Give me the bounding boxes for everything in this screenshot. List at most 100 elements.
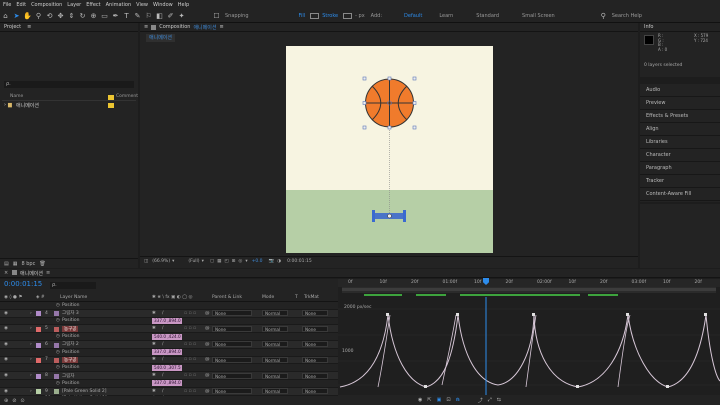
workspace-small-screen[interactable]: Small Screen [522, 13, 555, 19]
work-area-bar[interactable] [342, 287, 716, 293]
eraser-tool-icon[interactable]: ◧ [155, 11, 164, 20]
timeline-layer-row[interactable]: ◉ › 7 농구공 ✱ / ▫ ▫ ▫ @ None Normal None [0, 356, 338, 365]
trkmat-dropdown[interactable]: None [302, 372, 328, 379]
search-icon[interactable]: ⚲ [599, 11, 608, 20]
region-icon[interactable]: ▢ [210, 259, 214, 264]
zoom-dropdown[interactable]: (66.9%) [152, 259, 170, 264]
mode-dropdown[interactable]: Normal [262, 325, 288, 332]
menu-view[interactable]: View [136, 2, 148, 8]
mode-dropdown[interactable]: Normal [262, 341, 288, 348]
layer-label-swatch[interactable] [36, 358, 41, 364]
switch-fx-icon[interactable]: / [162, 311, 164, 316]
pan-camera-icon[interactable]: ✥ [56, 11, 65, 20]
trkmat-dropdown[interactable]: None [302, 325, 328, 332]
pick-whip-icon[interactable]: @ [205, 342, 210, 347]
switch-fx-icon[interactable]: / [162, 342, 164, 347]
switch-shy-icon[interactable]: ✱ [152, 342, 156, 347]
timeline-layer-row[interactable]: ◉ › 4 그림자 3 ✱ / ▫ ▫ ▫ @ None Normal None [0, 309, 338, 318]
fill-swatch[interactable] [310, 12, 320, 19]
panel-content-aware-fill[interactable]: Content-Aware Fill [640, 188, 720, 201]
chevron-down-icon[interactable]: ▾ [172, 259, 174, 264]
chevron-right-icon[interactable]: › [30, 326, 32, 331]
pen-tool-icon[interactable]: ✒ [111, 11, 120, 20]
layer-name[interactable]: 농구공 [62, 356, 79, 363]
search-help-input[interactable]: Search Help [612, 13, 642, 19]
property-value[interactable]: 337.0 ,894.0 [152, 317, 182, 324]
trkmat-dropdown[interactable]: None [302, 356, 328, 363]
chevron-right-icon[interactable]: › [4, 102, 6, 108]
panel-libraries[interactable]: Libraries [640, 136, 720, 149]
trkmat-dropdown[interactable]: None [302, 341, 328, 348]
comp-tab[interactable]: 애니메이션 [146, 34, 176, 42]
channel-icon[interactable]: ◎ [238, 259, 242, 264]
dolly-camera-icon[interactable]: ⇕ [67, 11, 76, 20]
switch-shy-icon[interactable]: ✱ [152, 389, 156, 394]
timeline-layer-row[interactable]: ◉ › 8 그림자 ✱ / ▫ ▫ ▫ @ None Normal None [0, 372, 338, 380]
col-t[interactable]: T [295, 295, 298, 300]
timeline-property-row[interactable]: ◷ Position 540.0 ,424.0 [0, 333, 338, 341]
clone-stamp-icon[interactable]: ⚐ [144, 11, 153, 20]
parent-dropdown[interactable]: None [212, 341, 252, 348]
trkmat-dropdown[interactable]: None [302, 388, 328, 395]
lock-icon[interactable] [151, 24, 157, 30]
home-icon[interactable]: ⌂ [1, 11, 10, 20]
chevron-right-icon[interactable]: › [30, 373, 32, 378]
timeline-layer-row[interactable]: ◉ › 6 그림자 2 ✱ / ▫ ▫ ▫ @ None Normal None [0, 341, 338, 349]
graph-toggle-icon[interactable]: ⊙ [20, 398, 24, 404]
menu-icon[interactable]: ≡ [27, 24, 31, 30]
stopwatch-icon[interactable]: ◷ [56, 334, 60, 339]
resolution-dropdown[interactable]: (Full) [188, 259, 199, 264]
mode-dropdown[interactable]: Normal [262, 356, 288, 363]
fit-all-icon[interactable]: ⇱ [427, 397, 431, 403]
switch-boxes-icon[interactable]: ▫ ▫ ▫ [184, 311, 196, 316]
stopwatch-icon[interactable]: ◷ [56, 303, 60, 308]
layer-label-swatch[interactable] [36, 326, 41, 332]
property-value[interactable]: 540.0 ,307.5 [152, 364, 182, 371]
zoom-tool-icon[interactable]: ⚲ [34, 11, 43, 20]
timeline-property-row[interactable]: ◷ Position 540.0 ,307.5 [0, 364, 338, 373]
type-tool-icon[interactable]: T [122, 11, 131, 20]
panel-paragraph[interactable]: Paragraph [640, 162, 720, 175]
pick-whip-icon[interactable]: @ [205, 373, 210, 378]
parent-dropdown[interactable]: None [212, 388, 252, 395]
mode-dropdown[interactable]: Normal [262, 388, 288, 395]
menu-effect[interactable]: Effect [86, 2, 100, 8]
easy-ease-icon[interactable]: ⤴ [478, 397, 483, 404]
visibility-eye-icon[interactable]: ◉ [4, 357, 8, 362]
close-icon[interactable]: × [4, 270, 8, 276]
selection-tool-icon[interactable]: ➤ [12, 11, 21, 20]
parent-dropdown[interactable]: None [212, 310, 252, 317]
time-ruler[interactable]: 0f 10f 20f 01:00f 10f 20f 02:00f 10f 20f 03:00f 10… [338, 279, 720, 287]
col-mode[interactable]: Mode [262, 295, 274, 300]
layer-label-swatch[interactable] [36, 373, 41, 379]
visibility-eye-icon[interactable]: ◉ [4, 342, 8, 347]
visibility-eye-icon[interactable]: ◉ [4, 373, 8, 378]
panel-align[interactable]: Align [640, 123, 720, 136]
stroke-width[interactable]: - px [355, 13, 365, 19]
switch-boxes-icon[interactable]: ▫ ▫ ▫ [184, 357, 196, 362]
menu-file[interactable]: File [3, 2, 11, 8]
layer-label-swatch[interactable] [36, 342, 41, 348]
rectangle-tool-icon[interactable]: ▭ [100, 11, 109, 20]
trkmat-dropdown[interactable]: None [302, 310, 328, 317]
trash-icon[interactable]: 🗑 [39, 261, 45, 267]
switch-boxes-icon[interactable]: ▫ ▫ ▫ [184, 326, 196, 331]
magnification-icon[interactable]: ◫ [144, 259, 148, 264]
mode-dropdown[interactable]: Normal [262, 310, 288, 317]
chevron-right-icon[interactable]: › [30, 311, 32, 316]
stroke-swatch[interactable] [343, 12, 353, 19]
pick-whip-icon[interactable]: @ [205, 326, 210, 331]
layer-name[interactable]: 그림자 [62, 373, 74, 379]
chevron-right-icon[interactable]: › [30, 342, 32, 347]
visibility-eye-icon[interactable]: ◉ [4, 389, 8, 394]
switch-fx-icon[interactable]: / [162, 389, 164, 394]
roto-brush-icon[interactable]: ✐ [166, 11, 175, 20]
timeline-property-row[interactable]: ◷ Position [0, 302, 338, 310]
puppet-tool-icon[interactable]: ✦ [177, 11, 186, 20]
fill-label[interactable]: Fill [299, 13, 306, 19]
magnet-icon[interactable]: ⋒ [456, 397, 460, 403]
composition-name[interactable]: 애니메이션 [193, 24, 216, 31]
chevron-right-icon[interactable]: › [30, 357, 32, 362]
switch-boxes-icon[interactable]: ▫ ▫ ▫ [184, 373, 196, 378]
project-search-input[interactable]: ρ. [4, 81, 134, 88]
